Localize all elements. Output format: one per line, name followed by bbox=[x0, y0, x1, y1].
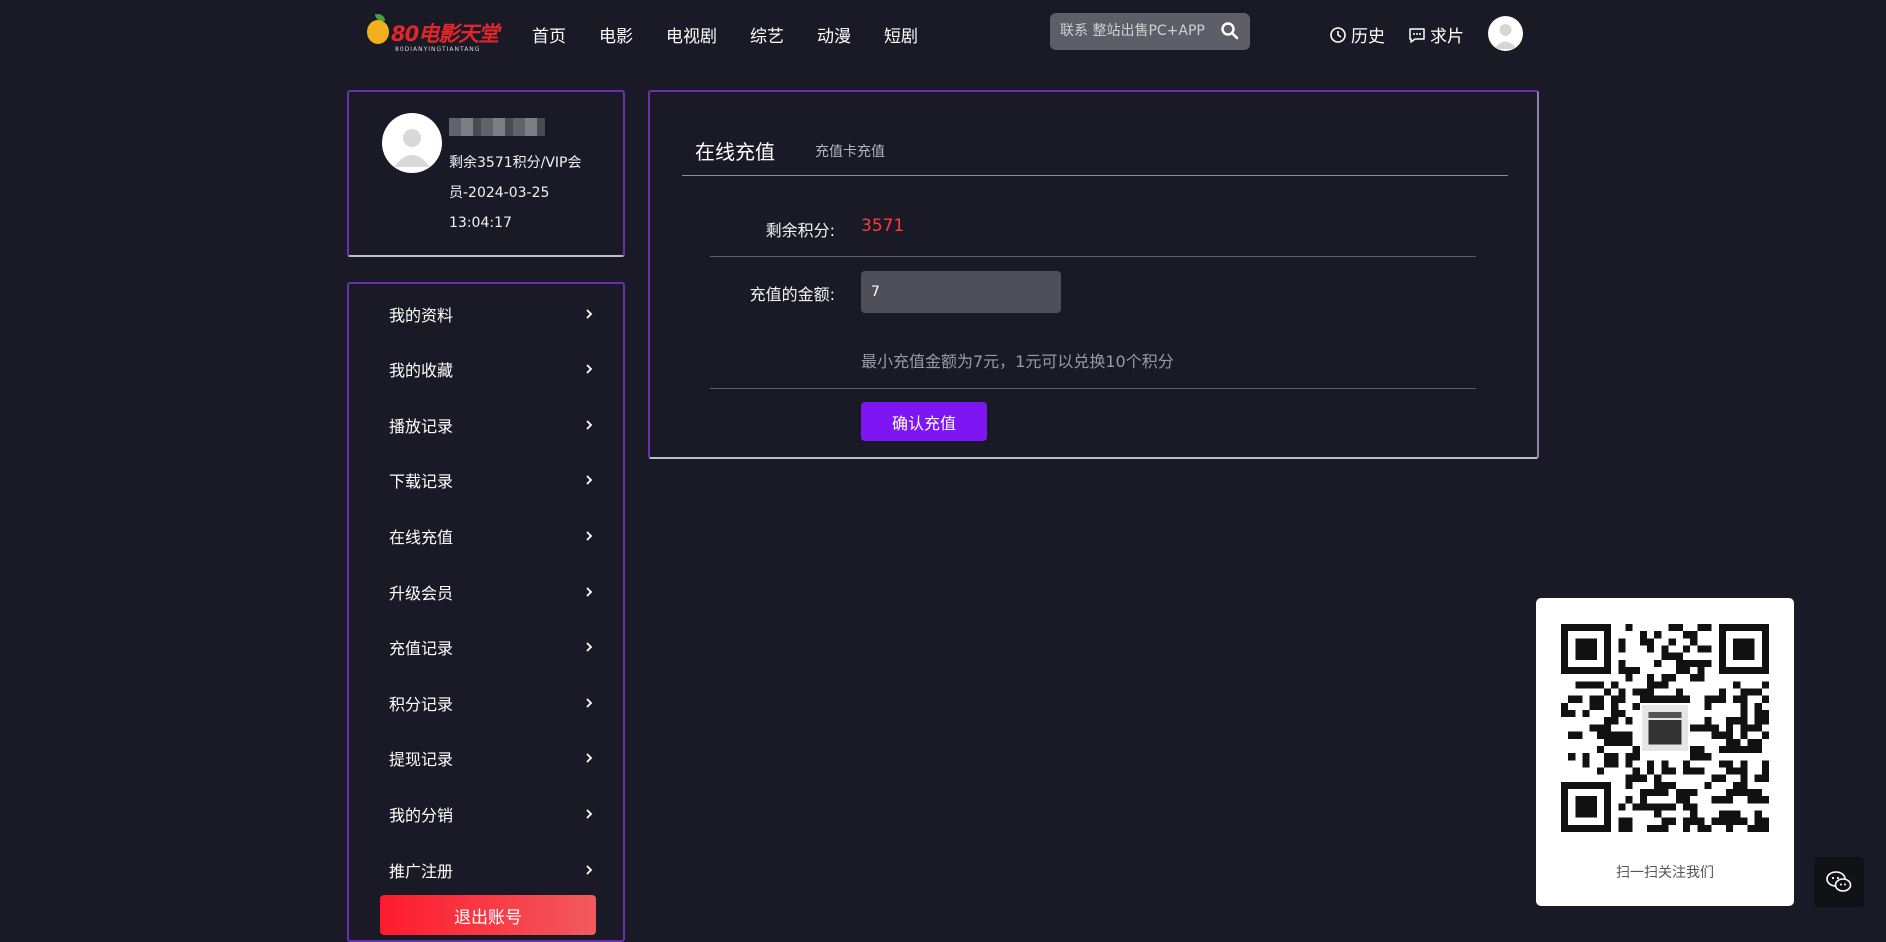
history-link[interactable]: 历史 bbox=[1329, 22, 1385, 47]
logo-fruit-icon bbox=[367, 20, 389, 44]
sidebar-item-label: 我的收藏 bbox=[389, 361, 454, 380]
wechat-icon bbox=[1826, 871, 1852, 892]
sidebar-item-label: 播放记录 bbox=[389, 417, 454, 436]
username-blurred bbox=[449, 118, 545, 136]
tab-online-recharge[interactable]: 在线充值 bbox=[695, 136, 775, 165]
chevron-right-icon bbox=[586, 809, 593, 819]
chevron-right-icon bbox=[586, 364, 593, 374]
chevron-right-icon bbox=[586, 642, 593, 652]
request-movie-link[interactable]: 求片 bbox=[1408, 22, 1464, 47]
divider bbox=[710, 256, 1476, 257]
site-logo[interactable]: 80电影天堂 80DIANYINGTIANTANG bbox=[365, 14, 499, 54]
search-box bbox=[1050, 13, 1250, 50]
top-navigation-bar: 80电影天堂 80DIANYINGTIANTANG 首页 电影 电视剧 综艺 动… bbox=[0, 0, 1886, 68]
tab-divider bbox=[682, 175, 1508, 176]
sidebar-item-referral-register[interactable]: 推广注册 bbox=[389, 858, 594, 882]
qr-code-image bbox=[1561, 624, 1769, 832]
nav-home[interactable]: 首页 bbox=[532, 22, 566, 47]
nav-short-drama[interactable]: 短剧 bbox=[884, 22, 918, 47]
chevron-right-icon bbox=[586, 531, 593, 541]
recharge-panel: 在线充值 充值卡充值 剩余积分: 3571 充值的金额: 最小充值金额为7元，1… bbox=[648, 90, 1539, 459]
sidebar-item-label: 充值记录 bbox=[389, 639, 454, 658]
nav-variety[interactable]: 综艺 bbox=[750, 22, 784, 47]
sidebar-item-label: 在线充值 bbox=[389, 528, 454, 547]
sidebar-item-label: 我的资料 bbox=[389, 306, 454, 325]
sidebar-item-play-history[interactable]: 播放记录 bbox=[389, 413, 594, 437]
chevron-right-icon bbox=[586, 865, 593, 875]
sidebar-item-label: 提现记录 bbox=[389, 750, 454, 769]
chevron-right-icon bbox=[586, 309, 593, 319]
nav-tv-series[interactable]: 电视剧 bbox=[666, 22, 717, 47]
confirm-recharge-button[interactable]: 确认充值 bbox=[861, 402, 987, 441]
sidebar-item-my-profile[interactable]: 我的资料 bbox=[389, 302, 594, 326]
history-icon bbox=[1330, 26, 1346, 43]
chevron-right-icon bbox=[586, 587, 593, 597]
sidebar-item-my-distribution[interactable]: 我的分销 bbox=[389, 802, 594, 826]
sidebar-item-withdraw-records[interactable]: 提现记录 bbox=[389, 746, 594, 770]
sidebar-item-label: 下载记录 bbox=[389, 472, 454, 491]
chevron-right-icon bbox=[586, 420, 593, 430]
profile-avatar bbox=[382, 113, 442, 173]
tab-card-recharge[interactable]: 充值卡充值 bbox=[815, 141, 885, 161]
request-label: 求片 bbox=[1430, 27, 1464, 47]
chevron-right-icon bbox=[586, 753, 593, 763]
search-icon[interactable] bbox=[1220, 21, 1240, 41]
points-value: 3571 bbox=[861, 216, 905, 236]
logo-subtext: 80DIANYINGTIANTANG bbox=[395, 46, 481, 53]
sidebar-item-recharge-records[interactable]: 充值记录 bbox=[389, 635, 594, 659]
logo-text: 80电影天堂 bbox=[391, 22, 499, 46]
profile-points-vip-info: 剩余3571积分/VIP会员-2024-03-25 13:04:17 bbox=[449, 155, 582, 231]
main-nav: 首页 电影 电视剧 综艺 动漫 短剧 bbox=[532, 22, 951, 47]
amount-label: 充值的金额: bbox=[749, 285, 835, 304]
sidebar-item-download-history[interactable]: 下载记录 bbox=[389, 468, 594, 492]
chevron-right-icon bbox=[586, 475, 593, 485]
sidebar-item-online-recharge[interactable]: 在线充值 bbox=[389, 524, 594, 548]
recharge-amount-input[interactable] bbox=[861, 271, 1061, 313]
divider bbox=[710, 388, 1476, 389]
wechat-button[interactable] bbox=[1814, 857, 1864, 907]
user-avatar-button[interactable] bbox=[1488, 16, 1523, 51]
sidebar-item-label: 我的分销 bbox=[389, 806, 454, 825]
nav-movies[interactable]: 电影 bbox=[599, 22, 633, 47]
chevron-right-icon bbox=[586, 698, 593, 708]
history-label: 历史 bbox=[1351, 27, 1385, 47]
sidebar-item-points-records[interactable]: 积分记录 bbox=[389, 691, 594, 715]
user-icon bbox=[1494, 24, 1517, 49]
qr-caption: 扫一扫关注我们 bbox=[1616, 865, 1714, 881]
points-label: 剩余积分: bbox=[765, 221, 835, 240]
user-center-menu: 我的资料 我的收藏 播放记录 下载记录 在线充值 升级会员 充值记录 积分记录 … bbox=[347, 282, 625, 942]
sidebar-item-favorites[interactable]: 我的收藏 bbox=[389, 357, 594, 381]
user-icon bbox=[394, 129, 430, 167]
qr-code-panel: 扫一扫关注我们 bbox=[1536, 598, 1794, 906]
recharge-hint: 最小充值金额为7元，1元可以兑换10个积分 bbox=[861, 352, 1174, 371]
logout-button[interactable]: 退出账号 bbox=[380, 895, 596, 935]
nav-anime[interactable]: 动漫 bbox=[817, 22, 851, 47]
sidebar-item-label: 升级会员 bbox=[389, 584, 454, 603]
message-icon bbox=[1409, 27, 1425, 43]
sidebar-item-label: 推广注册 bbox=[389, 862, 454, 881]
sidebar-item-upgrade-vip[interactable]: 升级会员 bbox=[389, 580, 594, 604]
sidebar-item-label: 积分记录 bbox=[389, 695, 454, 714]
search-input[interactable] bbox=[1060, 21, 1215, 41]
profile-card: 剩余3571积分/VIP会员-2024-03-25 13:04:17 bbox=[347, 90, 625, 257]
